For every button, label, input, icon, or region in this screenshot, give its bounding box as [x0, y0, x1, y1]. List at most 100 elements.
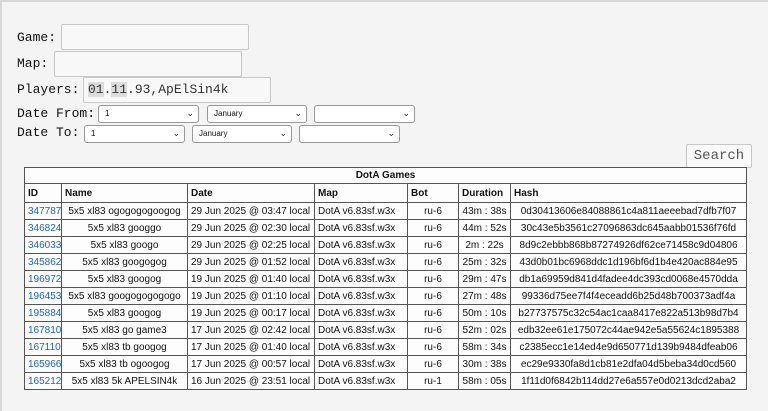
game-id-link[interactable]: 346824: [28, 223, 61, 234]
game-name-cell: 5x5 xl83 tb googog: [61, 338, 188, 356]
game-id-link[interactable]: 165212: [28, 376, 61, 387]
game-bot-cell: ru-6: [407, 236, 459, 254]
game-hash-cell: edb32ee61e175072c44ae942e5a55624c1895388: [509, 321, 748, 339]
date-to-year-select[interactable]: ⌄: [299, 125, 400, 143]
table-title: DotA Games: [23, 167, 748, 184]
game-bot-cell: ru-6: [407, 287, 459, 305]
game-id-link[interactable]: 346033: [28, 240, 61, 251]
table-row: 167110 5x5 xl83 tb googog 17 Jun 2025 @ 01…: [24, 338, 748, 356]
game-hash-cell: 0d30413606e84088861c4a811aeeebad7dfb7f07: [509, 202, 748, 220]
game-hash-cell: 99336d75ee7f4f4eceadd6b25d48b700373adf4a: [509, 287, 748, 305]
col-name-header: Name: [61, 183, 188, 203]
game-id-cell: 346033: [24, 236, 62, 254]
game-name-cell: 5x5 xl83 ogogogogoogog: [61, 202, 188, 220]
date-to-month-select[interactable]: January ⌄: [192, 125, 292, 143]
date-from-year-select[interactable]: ⌄: [314, 105, 415, 123]
game-input[interactable]: [61, 24, 249, 50]
game-map-cell: DotA v6.83sf.w3x: [314, 236, 408, 254]
chevron-down-icon: ⌄: [402, 108, 410, 118]
game-duration-cell: 43m : 38s: [458, 202, 511, 220]
game-map-cell: DotA v6.83sf.w3x: [314, 304, 408, 322]
date-to-month-value: January: [199, 129, 228, 138]
game-map-cell: DotA v6.83sf.w3x: [314, 321, 408, 339]
table-row: 165212 5x5 xl83 5k APELSIN4k 16 Jun 2025 @…: [24, 372, 748, 390]
game-hash-cell: 30c43e5b3561c27096863dc645aabb01536f76fd: [509, 219, 748, 237]
search-button[interactable]: Search: [686, 144, 752, 168]
game-bot-cell: ru-6: [407, 355, 459, 373]
col-duration-header: Duration: [458, 183, 511, 203]
chevron-down-icon: ⌄: [279, 128, 287, 138]
game-name-cell: 5x5 xl83 googogog: [61, 253, 188, 271]
game-id-cell: 167110: [24, 338, 62, 356]
table-row: 346824 5x5 xl83 googgo 29 Jun 2025 @ 02:30…: [24, 219, 748, 237]
game-map-cell: DotA v6.83sf.w3x: [314, 355, 408, 373]
game-date-cell: 16 Jun 2025 @ 23:51 local: [187, 372, 315, 390]
game-id-link[interactable]: 196972: [28, 274, 61, 285]
game-name-cell: 5x5 xl83 googog: [61, 304, 188, 322]
date-to-label: Date To:: [17, 125, 80, 140]
table-row: 345862 5x5 xl83 googogog 29 Jun 2025 @ 01:…: [24, 253, 748, 271]
game-id-cell: 346824: [24, 219, 62, 237]
game-map-cell: DotA v6.83sf.w3x: [314, 372, 408, 390]
left-border: [0, 0, 2, 411]
game-id-cell: 196972: [24, 270, 62, 288]
chevron-down-icon: ⌄: [186, 108, 194, 118]
game-map-cell: DotA v6.83sf.w3x: [314, 219, 408, 237]
game-date-cell: 17 Jun 2025 @ 02:42 local: [187, 321, 315, 339]
game-name-cell: 5x5 xl83 googo: [61, 236, 188, 254]
game-map-cell: DotA v6.83sf.w3x: [314, 253, 408, 271]
game-bot-cell: ru-6: [407, 202, 459, 220]
game-duration-cell: 25m : 32s: [458, 253, 511, 271]
date-from-day-value: 1: [105, 109, 110, 118]
players-value-selected-1: 01: [88, 82, 104, 97]
game-name-cell: 5x5 xl83 googog: [61, 270, 188, 288]
game-date-cell: 29 Jun 2025 @ 02:30 local: [187, 219, 315, 237]
game-id-link[interactable]: 347787: [28, 206, 61, 217]
game-map-cell: DotA v6.83sf.w3x: [314, 287, 408, 305]
game-duration-cell: 30m : 38s: [458, 355, 511, 373]
players-value-rest: .93,ApElSin4k: [127, 82, 229, 97]
game-id-link[interactable]: 167110: [28, 342, 61, 353]
game-bot-cell: ru-6: [407, 321, 459, 339]
date-to-day-value: 1: [91, 129, 96, 138]
game-bot-cell: ru-6: [407, 304, 459, 322]
game-date-cell: 19 Jun 2025 @ 01:40 local: [187, 270, 315, 288]
chevron-down-icon: ⌄: [172, 128, 180, 138]
players-value-selected-2: 11: [111, 82, 128, 97]
game-duration-cell: 50m : 10s: [458, 304, 511, 322]
chevron-down-icon: ⌄: [387, 128, 395, 138]
col-bot-header: Bot: [407, 183, 459, 203]
date-to-day-select[interactable]: 1 ⌄: [84, 125, 185, 143]
game-duration-cell: 58m : 34s: [458, 338, 511, 356]
map-input[interactable]: [54, 51, 242, 77]
game-id-link[interactable]: 196453: [28, 291, 61, 302]
game-id-link[interactable]: 167810: [28, 325, 61, 336]
game-name-cell: 5x5 xl83 googogogogogo: [61, 287, 188, 305]
game-duration-cell: 27m : 48s: [458, 287, 511, 305]
game-date-cell: 29 Jun 2025 @ 02:25 local: [187, 236, 315, 254]
table-row: 165966 5x5 xl83 tb ogoogog 17 Jun 2025 @ 0…: [24, 355, 748, 373]
game-id-link[interactable]: 195884: [28, 308, 61, 319]
game-id-link[interactable]: 165966: [28, 359, 61, 370]
chevron-down-icon: ⌄: [294, 108, 302, 118]
game-hash-cell: 8d9c2ebbb868b87274926df62ce71458c9d04806: [509, 236, 748, 254]
table-row: 347787 5x5 xl83 ogogogogoogog 29 Jun 2025 …: [24, 202, 748, 220]
date-from-month-select[interactable]: January ⌄: [207, 105, 307, 123]
game-id-cell: 345862: [24, 253, 62, 271]
game-id-link[interactable]: 345862: [28, 257, 61, 268]
game-date-cell: 29 Jun 2025 @ 03:47 local: [187, 202, 315, 220]
date-from-day-select[interactable]: 1 ⌄: [98, 105, 199, 123]
game-name-cell: 5x5 xl83 tb ogoogog: [61, 355, 188, 373]
game-hash-cell: ec29e9330fa8d1cb81e2dfa04d5beba34d0cd560: [509, 355, 748, 373]
game-map-cell: DotA v6.83sf.w3x: [314, 338, 408, 356]
game-bot-cell: ru-6: [407, 253, 459, 271]
game-date-cell: 17 Jun 2025 @ 00:57 local: [187, 355, 315, 373]
game-name-cell: 5x5 xl83 go game3: [61, 321, 188, 339]
date-from-month-value: January: [214, 109, 243, 118]
col-id-header: ID: [24, 183, 62, 203]
game-duration-cell: 29m : 47s: [458, 270, 511, 288]
game-id-cell: 167810: [24, 321, 62, 339]
game-bot-cell: ru-6: [407, 270, 459, 288]
game-duration-cell: 52m : 02s: [458, 321, 511, 339]
players-value: 01.11.93,ApElSin4k: [88, 82, 228, 97]
